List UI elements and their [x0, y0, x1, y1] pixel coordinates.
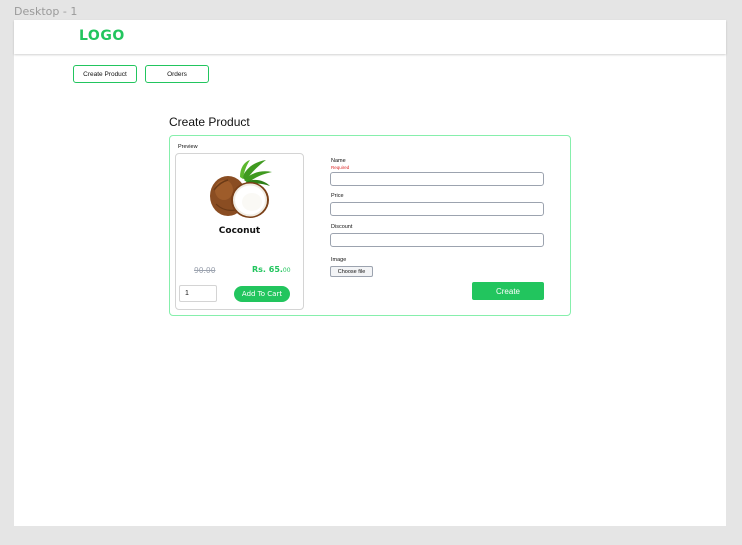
- frame-label: Desktop - 1: [14, 5, 78, 18]
- create-product-panel: Preview Coconut 90.00 Rs. 65.00 1 Add To…: [169, 135, 571, 316]
- page-title: Create Product: [169, 115, 250, 129]
- orders-nav-button[interactable]: Orders: [145, 65, 209, 83]
- create-button[interactable]: Create: [472, 282, 544, 300]
- new-price-main: Rs. 65.: [252, 265, 283, 274]
- create-product-nav-button[interactable]: Create Product: [73, 65, 137, 83]
- top-bar: LOGO: [14, 20, 726, 54]
- discount-label: Discount: [331, 224, 353, 230]
- discount-input[interactable]: [330, 233, 544, 247]
- product-name: Coconut: [218, 226, 261, 236]
- image-label: Image: [331, 257, 347, 263]
- preview-label: Preview: [178, 144, 198, 150]
- name-label: Name: [331, 158, 346, 164]
- new-price-cents: 00: [282, 267, 291, 274]
- price-label: Price: [331, 193, 344, 199]
- name-required-error: Required: [331, 165, 350, 170]
- new-price: Rs. 65.00: [252, 265, 291, 274]
- price-input[interactable]: [330, 202, 544, 216]
- add-to-cart-button[interactable]: Add To Cart: [234, 286, 290, 302]
- coconut-image: [210, 160, 272, 218]
- old-price: 90.00: [194, 266, 216, 275]
- product-preview-card: Coconut 90.00 Rs. 65.00 Add To Cart: [175, 153, 304, 310]
- desktop-frame: LOGO Create Product Orders Create Produc…: [14, 20, 726, 526]
- quantity-input[interactable]: [179, 285, 217, 302]
- name-input[interactable]: [330, 172, 544, 186]
- choose-file-button[interactable]: Choose file: [330, 266, 373, 277]
- logo[interactable]: LOGO: [79, 28, 125, 44]
